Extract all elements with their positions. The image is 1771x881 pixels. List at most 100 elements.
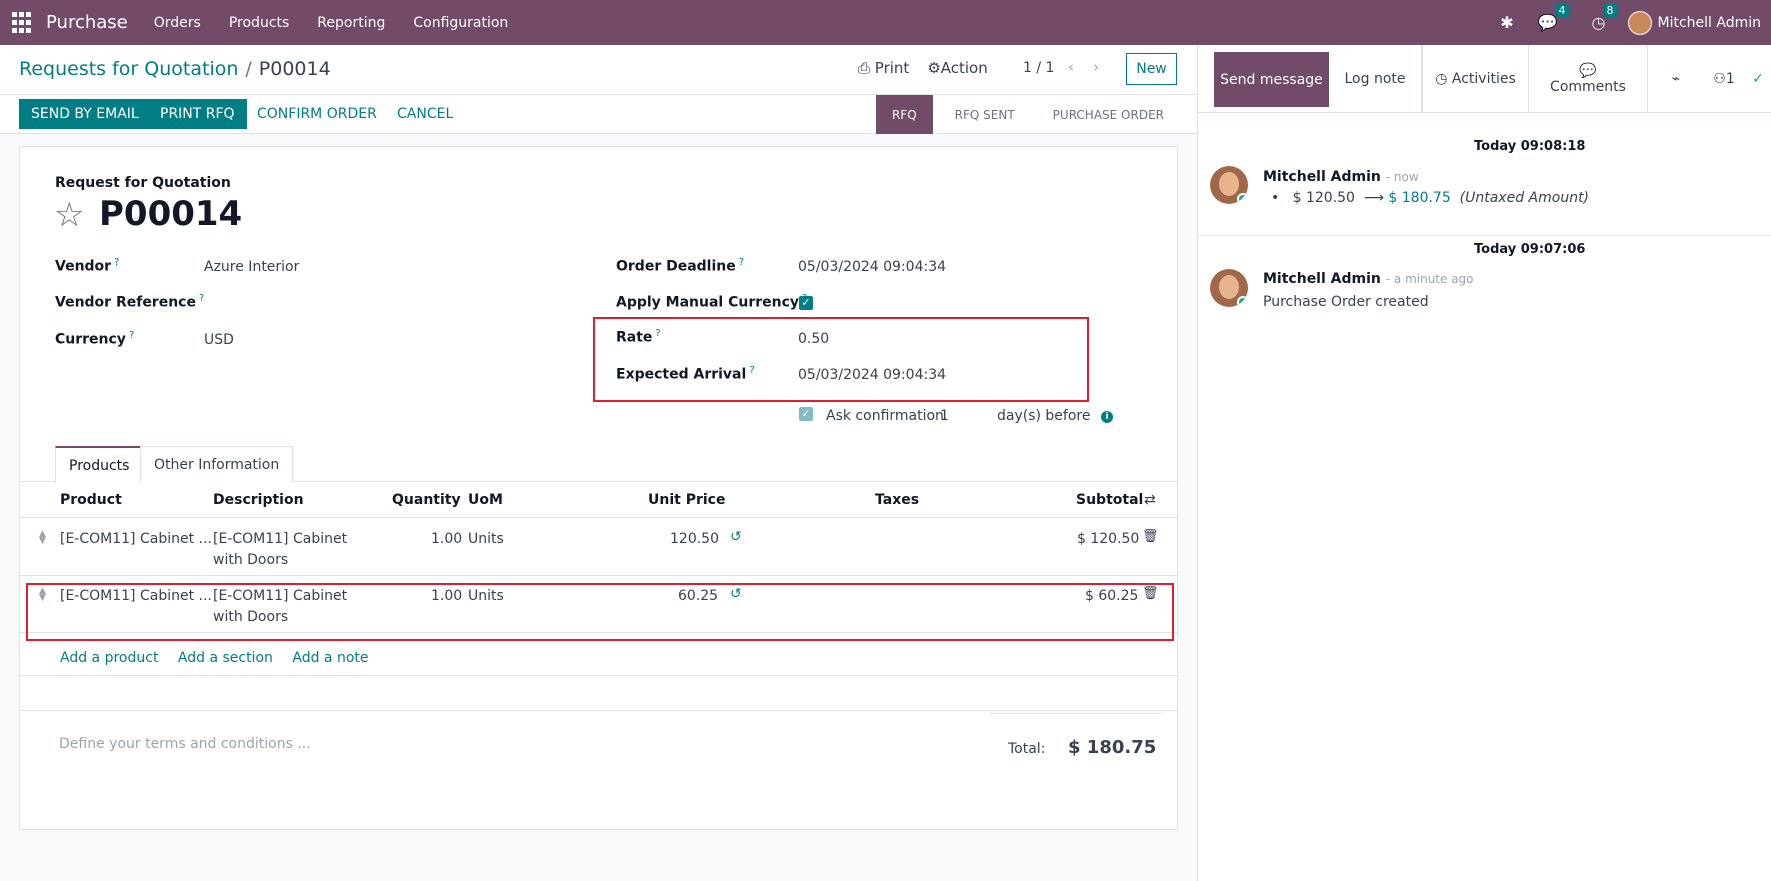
- activities-badge: 8: [1602, 4, 1618, 18]
- comments-button[interactable]: 💬 Comments: [1529, 45, 1648, 113]
- menu-orders[interactable]: Orders: [154, 15, 201, 31]
- person-icon: ⚇: [1713, 71, 1726, 87]
- ask-confirmation-checkbox[interactable]: ✓: [799, 407, 813, 421]
- stage-rfq-sent[interactable]: RFQ SENT: [933, 95, 1031, 134]
- add-note-link[interactable]: Add a note: [292, 650, 368, 666]
- column-settings-icon[interactable]: ⇄: [1144, 492, 1156, 508]
- chevron-right-icon[interactable]: ›: [1093, 58, 1099, 76]
- form-sheet: Request for Quotation ☆ P00014 Vendor? A…: [19, 146, 1178, 830]
- activities-clock-icon[interactable]: ◷ 8: [1592, 4, 1618, 32]
- bug-icon[interactable]: ✱: [1500, 13, 1513, 32]
- col-subtotal[interactable]: Subtotal: [1076, 492, 1143, 508]
- col-product[interactable]: Product: [60, 492, 122, 508]
- tab-other-information[interactable]: Other Information: [140, 446, 294, 482]
- followers-button[interactable]: ⚇ 1: [1704, 45, 1744, 113]
- reset-price-icon[interactable]: ↺: [730, 529, 742, 545]
- online-status-icon: [1237, 296, 1248, 307]
- apps-grid-icon[interactable]: [12, 11, 34, 34]
- ask-confirmation-days[interactable]: 1: [940, 408, 949, 424]
- star-icon[interactable]: ☆: [54, 195, 84, 235]
- help-mark: ?: [114, 257, 120, 268]
- author-avatar[interactable]: [1210, 269, 1248, 307]
- app-name[interactable]: Purchase: [46, 12, 128, 33]
- total-value: $ 180.75: [1068, 737, 1157, 758]
- col-description[interactable]: Description: [213, 492, 304, 508]
- menu-reporting[interactable]: Reporting: [317, 15, 385, 31]
- apply-manual-currency-checkbox[interactable]: ✓: [799, 296, 813, 310]
- row-unit-price[interactable]: 120.50: [670, 529, 719, 550]
- print-rfq-button[interactable]: PRINT RFQ: [148, 99, 247, 129]
- bullet-icon: •: [1271, 190, 1280, 206]
- drag-handle-icon[interactable]: ▲ ▼: [39, 530, 46, 546]
- breadcrumb: Requests for Quotation / P00014: [19, 58, 331, 80]
- old-value: $ 120.50: [1292, 190, 1355, 206]
- help-mark: ?: [128, 330, 135, 341]
- ask-confirmation-label: Ask confirmation: [826, 408, 944, 424]
- send-by-email-button[interactable]: SEND BY EMAIL: [19, 99, 151, 129]
- message-separator: [1198, 235, 1771, 236]
- col-quantity[interactable]: Quantity: [392, 492, 461, 508]
- row-description[interactable]: [E-COM11] Cabinet with Doors: [213, 529, 347, 571]
- row-product[interactable]: [E-COM11] Cabinet ...: [60, 529, 212, 550]
- gear-icon: ⚙: [927, 59, 941, 77]
- print-button[interactable]: ⎙ Print: [858, 59, 909, 77]
- info-icon[interactable]: i: [1101, 411, 1113, 423]
- vendor-field[interactable]: Azure Interior: [204, 259, 299, 275]
- order-deadline-field[interactable]: 05/03/2024 09:04:34: [798, 259, 946, 275]
- order-deadline-label: Order Deadline?: [616, 257, 745, 275]
- trash-icon[interactable]: 🗑: [1142, 529, 1159, 544]
- log-note-button[interactable]: Log note: [1329, 45, 1422, 113]
- activities-button[interactable]: ◷ Activities: [1422, 45, 1529, 113]
- user-avatar[interactable]: [1627, 10, 1652, 35]
- add-product-link[interactable]: Add a product: [60, 650, 158, 666]
- currency-label: Currency?: [55, 330, 135, 348]
- document-name: P00014: [99, 194, 243, 234]
- col-uom[interactable]: UoM: [468, 492, 503, 508]
- status-stages: RFQ RFQ SENT PURCHASE ORDER: [875, 95, 1180, 134]
- stage-purchase-order[interactable]: PURCHASE ORDER: [1031, 95, 1180, 134]
- terms-input[interactable]: Define your terms and conditions ...: [59, 736, 311, 752]
- vendor-reference-label: Vendor Reference?: [55, 293, 205, 311]
- menu-configuration[interactable]: Configuration: [413, 15, 508, 31]
- vendor-label: Vendor?: [55, 257, 120, 275]
- paperclip-icon[interactable]: ⌁: [1648, 45, 1704, 113]
- messages-icon[interactable]: 💬 4: [1538, 4, 1570, 32]
- tab-products[interactable]: Products: [55, 446, 144, 483]
- divider: [20, 675, 1177, 676]
- breadcrumb-parent[interactable]: Requests for Quotation: [19, 58, 238, 80]
- chevron-left-icon[interactable]: ‹: [1068, 58, 1074, 76]
- action-button[interactable]: ⚙Action: [927, 59, 987, 77]
- control-panel: Requests for Quotation / P00014 ⎙ Print ⚙A…: [0, 45, 1197, 95]
- top-navbar: Purchase Orders Products Reporting Confi…: [0, 0, 1771, 45]
- arrow-icon: ⟶: [1363, 190, 1384, 206]
- row-quantity[interactable]: 1.00: [431, 529, 462, 550]
- divider: [20, 710, 1177, 711]
- help-mark: ?: [198, 293, 205, 304]
- stage-rfq[interactable]: RFQ: [875, 95, 933, 134]
- author-avatar[interactable]: [1210, 166, 1248, 204]
- cancel-button[interactable]: CANCEL: [385, 99, 465, 129]
- pager-value[interactable]: 1 / 1: [1023, 60, 1054, 76]
- message-author[interactable]: Mitchell Admin - a minute ago: [1263, 271, 1474, 287]
- row-uom[interactable]: Units: [468, 529, 504, 550]
- table-row[interactable]: ▲ ▼ [E-COM11] Cabinet ... [E-COM11] Cabin…: [20, 519, 1177, 576]
- message-author[interactable]: Mitchell Admin - now: [1263, 169, 1419, 185]
- chatter-topbar: Send message Log note ◷ Activities 💬 Comm…: [1198, 45, 1771, 113]
- menu-products[interactable]: Products: [229, 15, 289, 31]
- user-name[interactable]: Mitchell Admin: [1658, 15, 1762, 31]
- confirm-order-button[interactable]: CONFIRM ORDER: [245, 99, 389, 129]
- add-section-link[interactable]: Add a section: [178, 650, 273, 666]
- message-date: Today 09:08:18: [1474, 139, 1586, 154]
- table-header: Product Description Quantity UoM Unit Pr…: [20, 482, 1177, 518]
- send-message-button[interactable]: Send message: [1214, 52, 1329, 107]
- pager-arrows: ‹ ›: [1068, 58, 1099, 76]
- col-unit-price[interactable]: Unit Price: [648, 492, 725, 508]
- following-check-icon[interactable]: ✓: [1744, 45, 1771, 113]
- highlight-box-row: [26, 583, 1174, 641]
- total-label: Total:: [1008, 741, 1046, 757]
- new-button[interactable]: New: [1126, 53, 1177, 85]
- days-before-label: day(s) before: [997, 408, 1091, 424]
- messages-badge: 4: [1554, 4, 1570, 18]
- currency-field[interactable]: USD: [204, 332, 234, 348]
- col-taxes[interactable]: Taxes: [875, 492, 919, 508]
